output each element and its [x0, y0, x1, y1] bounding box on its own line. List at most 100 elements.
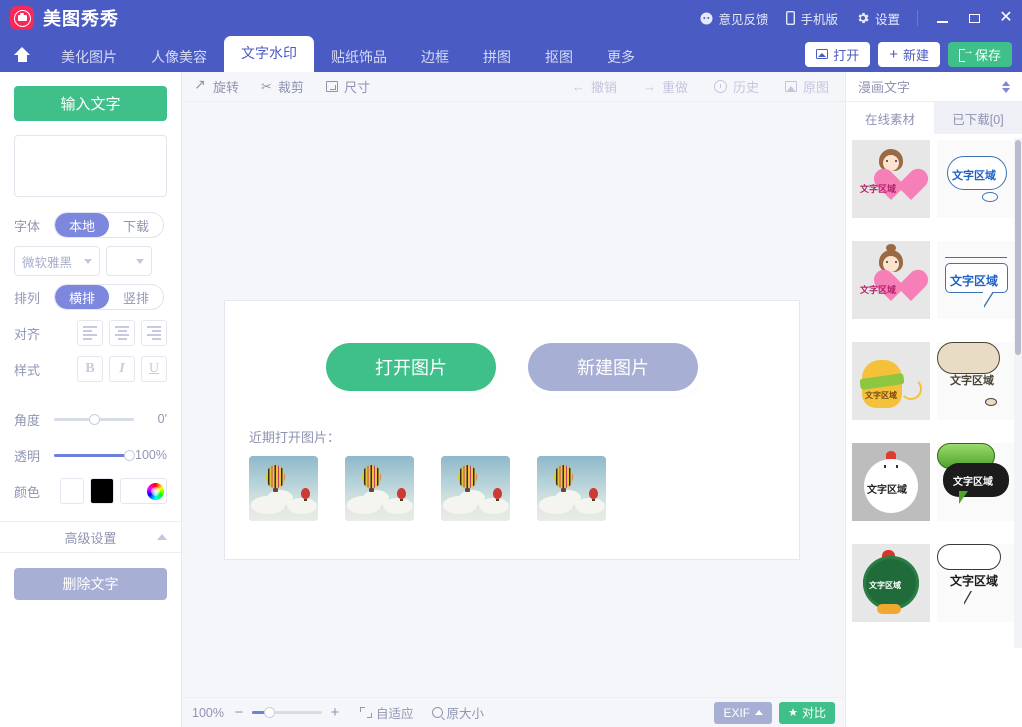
angle-slider-knob[interactable]	[89, 413, 100, 425]
open-file-label: 打开	[833, 47, 860, 63]
redo-arrow-icon: →	[642, 79, 656, 94]
sticker-label: 文字区域	[867, 485, 907, 496]
close-button[interactable]: ✕	[990, 0, 1022, 36]
new-file-button[interactable]: + 新建	[878, 41, 940, 67]
italic-icon[interactable]: I	[109, 356, 135, 382]
delete-text-button[interactable]: 删除文字	[14, 568, 167, 600]
mitten-sticker[interactable]: 文字区域	[852, 342, 930, 420]
underline-icon[interactable]: U	[141, 356, 167, 382]
arrange-segmented: 横排 竖排	[54, 284, 164, 310]
crop-button[interactable]: ✂ 裁剪	[261, 77, 304, 96]
actual-size-button[interactable]: 原大小	[431, 703, 484, 722]
font-family-value: 微软雅黑	[22, 255, 73, 270]
wreath-sticker[interactable]: 文字区域	[852, 544, 930, 622]
opacity-slider-track	[54, 453, 134, 457]
girl-heart-sticker-1[interactable]: 文字区域	[852, 140, 930, 218]
arrange-vertical-option[interactable]: 竖排	[109, 285, 163, 309]
sticker-label: 文字区域	[869, 581, 901, 590]
zoom-slider[interactable]	[251, 707, 322, 718]
plus-icon: +	[889, 45, 898, 63]
tab-beautify-image[interactable]: 美化图片	[44, 43, 134, 72]
feedback-button[interactable]: 意见反馈	[691, 0, 777, 36]
zoom-out-button[interactable]: −	[232, 704, 246, 721]
tab-text-watermark[interactable]: 文字水印	[224, 36, 314, 72]
beige-cloud-bubble-sticker[interactable]: 文字区域	[937, 342, 1015, 420]
green-bubble-sticker[interactable]: 文字区域	[937, 443, 1015, 521]
history-button[interactable]: 历史	[713, 77, 759, 96]
resize-icon	[325, 81, 338, 92]
angle-value: 0'	[157, 412, 167, 426]
tab-stickers[interactable]: 贴纸饰品	[314, 43, 404, 72]
tab-online-materials[interactable]: 在线素材	[846, 102, 934, 134]
girl-heart-sticker-2[interactable]: 文字区域	[852, 241, 930, 319]
cloud-bubble-sticker-1[interactable]: 文字区域	[937, 140, 1015, 218]
zoom-slider-knob[interactable]	[263, 707, 275, 718]
font-source-segmented: 本地 下载	[54, 212, 164, 238]
chicken-sticker[interactable]: 文字区域	[852, 443, 930, 521]
align-left-icon[interactable]	[77, 320, 103, 346]
fit-screen-icon	[359, 707, 372, 718]
open-image-button[interactable]: 打开图片	[326, 343, 496, 391]
tab-border[interactable]: 边框	[404, 43, 466, 72]
bold-icon[interactable]: B	[77, 356, 103, 382]
input-text-button[interactable]: 输入文字	[14, 86, 167, 121]
gear-icon	[856, 11, 870, 25]
tab-portrait-beauty[interactable]: 人像美容	[134, 43, 224, 72]
white-bubble-sticker[interactable]: 文字区域	[937, 544, 1015, 622]
fit-screen-button[interactable]: 自适应	[359, 703, 414, 722]
minimize-button[interactable]	[926, 0, 958, 36]
font-family-select[interactable]: 微软雅黑	[14, 246, 100, 276]
exif-button[interactable]: EXIF	[714, 701, 773, 724]
caret-up-icon	[755, 710, 764, 715]
opacity-slider-knob[interactable]	[124, 449, 135, 461]
zoom-in-button[interactable]: +	[328, 704, 342, 721]
undo-button[interactable]: ← 撤销	[572, 77, 617, 96]
color-picker-button[interactable]	[119, 478, 167, 504]
hot-air-balloon-thumb-4[interactable]	[537, 456, 606, 521]
hot-air-balloon-thumb-3[interactable]	[441, 456, 510, 521]
new-image-button[interactable]: 新建图片	[528, 343, 698, 391]
save-icon	[958, 46, 974, 62]
settings-button[interactable]: 设置	[847, 0, 909, 36]
hot-air-balloon-thumb-2[interactable]	[345, 456, 414, 521]
opacity-slider[interactable]	[54, 445, 135, 465]
open-file-button[interactable]: 打开	[805, 41, 871, 67]
color-swatch-white[interactable]	[60, 478, 84, 504]
material-scrollbar-thumb[interactable]	[1015, 140, 1021, 355]
recent-images-list	[249, 456, 799, 521]
redo-button[interactable]: → 重做	[643, 77, 688, 96]
align-center-icon[interactable]	[109, 320, 135, 346]
chevron-down-icon	[136, 258, 144, 264]
rect-bubble-sticker[interactable]: 文字区域	[937, 241, 1015, 319]
tab-cutout[interactable]: 抠图	[528, 43, 590, 72]
tab-downloaded-materials[interactable]: 已下载[0]	[934, 102, 1022, 134]
font-local-option[interactable]: 本地	[55, 213, 109, 237]
font-download-option[interactable]: 下载	[109, 213, 163, 237]
status-bar-right: EXIF ★ 对比	[714, 701, 835, 724]
close-icon: ✕	[999, 9, 1013, 26]
title-bar: 美图秀秀 意见反馈 手机版 设置 ✕	[0, 0, 1022, 36]
text-input-area[interactable]	[14, 135, 167, 197]
original-image-button[interactable]: 原图	[784, 77, 829, 96]
maximize-button[interactable]	[958, 0, 990, 36]
tab-more[interactable]: 更多	[590, 43, 652, 72]
titlebar-divider	[917, 10, 918, 26]
save-file-button[interactable]: 保存	[947, 41, 1012, 67]
sticker-label: 文字区域	[950, 574, 999, 588]
home-button[interactable]	[0, 36, 44, 72]
color-swatch-black[interactable]	[89, 478, 114, 504]
hot-air-balloon-thumb-1[interactable]	[249, 456, 318, 521]
material-category-selector[interactable]: 漫画文字	[846, 72, 1022, 102]
arrange-horizontal-option[interactable]: 横排	[55, 285, 109, 309]
advanced-settings-toggle[interactable]: 高级设置	[0, 521, 181, 553]
compare-button[interactable]: ★ 对比	[779, 701, 835, 724]
mobile-version-button[interactable]: 手机版	[777, 0, 847, 36]
align-right-icon[interactable]	[141, 320, 167, 346]
tab-collage[interactable]: 拼图	[466, 43, 528, 72]
rotate-button[interactable]: 旋转	[194, 76, 239, 96]
size-button[interactable]: 尺寸	[325, 77, 370, 96]
font-size-select[interactable]	[106, 246, 152, 276]
angle-slider[interactable]	[54, 409, 134, 429]
material-scrollbar-track[interactable]	[1014, 138, 1022, 648]
material-panel: 漫画文字 在线素材 已下载[0] 文字区域 文字区域 文字区域 文字区域 文字区…	[845, 72, 1022, 727]
